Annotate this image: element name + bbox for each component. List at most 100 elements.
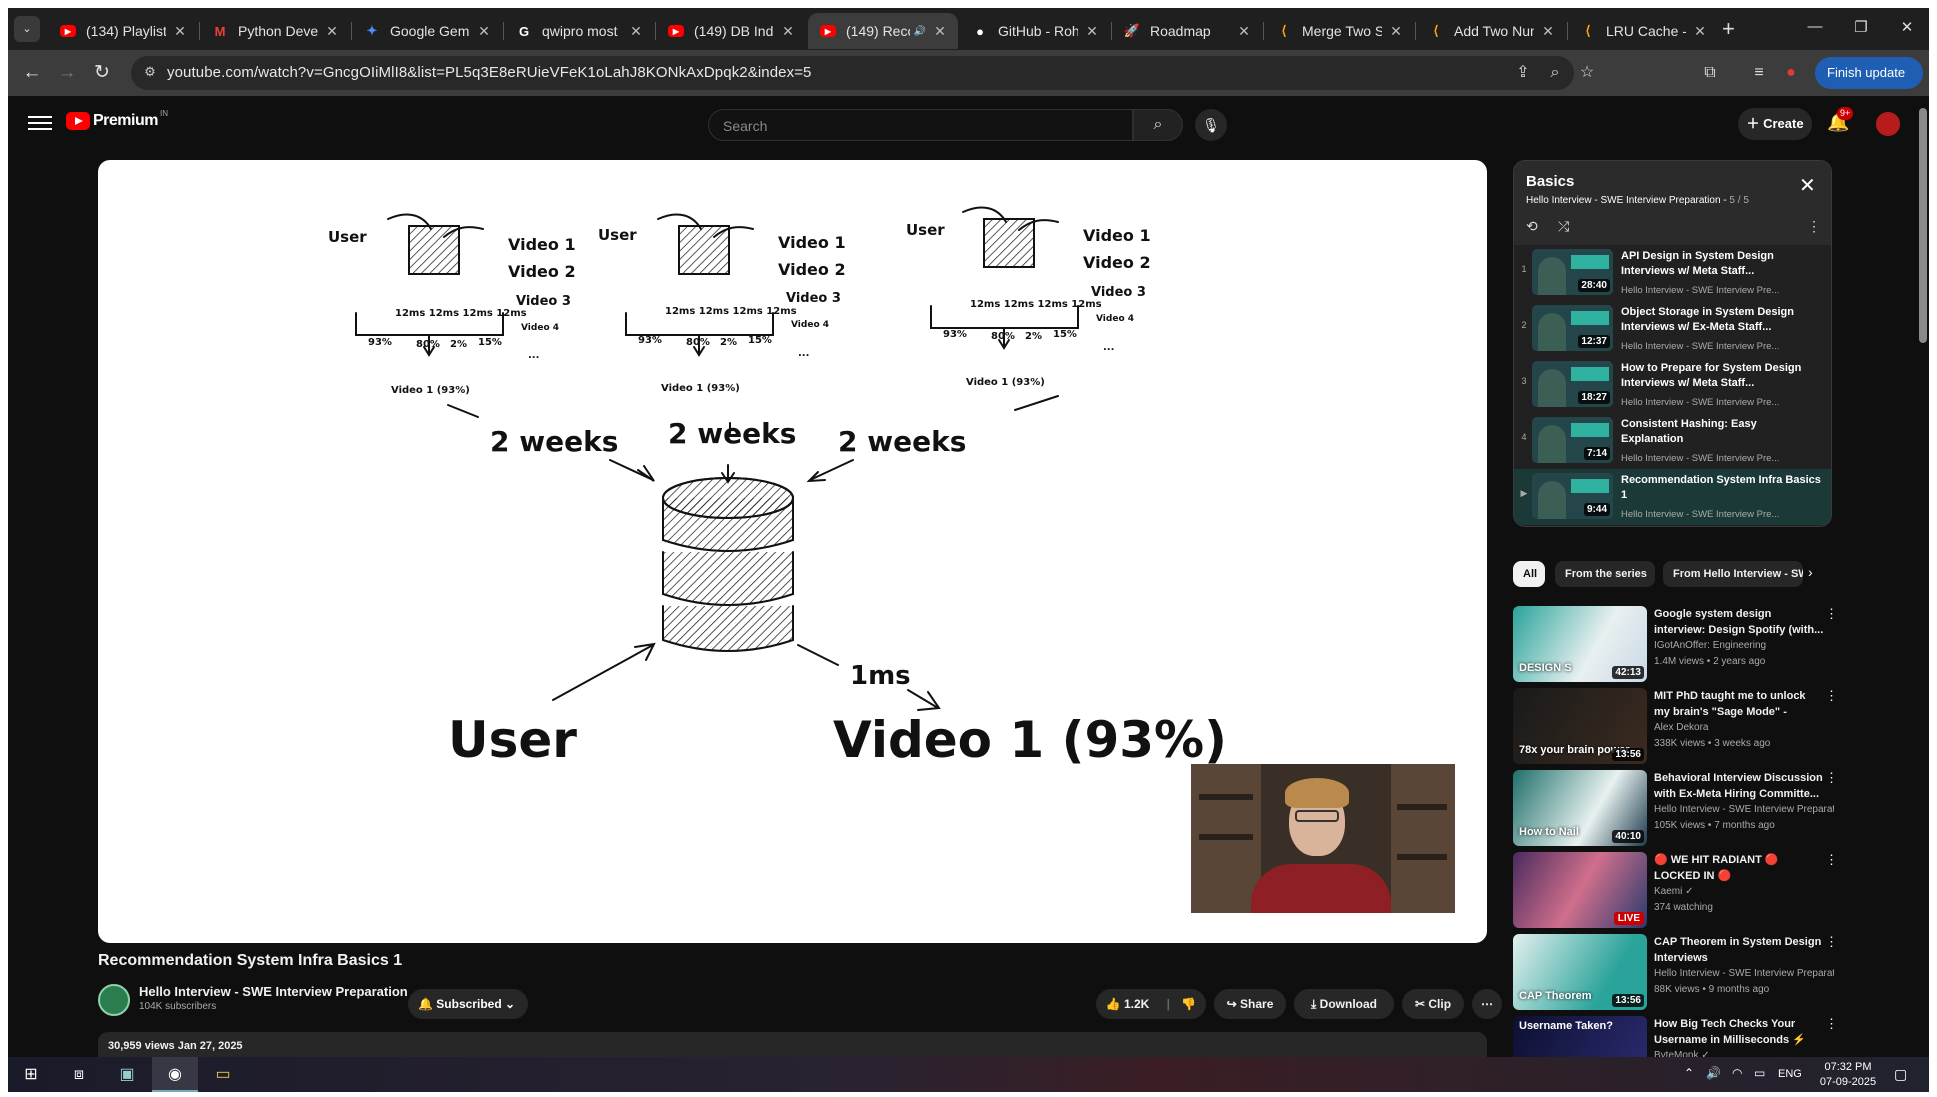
close-tab-icon[interactable]: ✕ (1084, 23, 1100, 40)
playlist-item[interactable]: 1 28:40 API Design in System Design Interv… (1514, 245, 1831, 301)
close-tab-icon[interactable]: ✕ (1692, 23, 1708, 40)
more-options-icon[interactable]: ⋮ (1825, 606, 1838, 622)
url-text[interactable]: youtube.com/watch?v=GncgOIiMlI8&list=PL5… (167, 64, 812, 81)
battery-icon[interactable]: ▭ (1754, 1066, 1765, 1080)
tab-2[interactable]: M Python Develo ✕ (200, 13, 350, 49)
clock[interactable]: 07:32 PM 07-09-2025 (1814, 1060, 1882, 1090)
tab-6[interactable]: ▶ (149) Recor 🔊 ✕ (808, 13, 958, 49)
playlist-item-title[interactable]: Recommendation System Infra Basics 1 (1621, 473, 1821, 503)
app-icon[interactable]: ▣ (104, 1057, 150, 1092)
close-tab-icon[interactable]: ✕ (1540, 23, 1556, 40)
recommendation-title[interactable]: How Big Tech Checks Your Username in Mil… (1654, 1016, 1824, 1048)
channel-avatar[interactable] (98, 984, 130, 1016)
tab-5[interactable]: ▶ (149) DB Index ✕ (656, 13, 806, 49)
close-window-button[interactable]: ✕ (1892, 18, 1922, 36)
recommendation-title[interactable]: Google system design interview: Design S… (1654, 606, 1824, 638)
recommendation-thumbnail[interactable]: 78x your brain power 13:56 (1513, 688, 1647, 764)
reload-button[interactable]: ↻ (90, 61, 114, 85)
close-tab-icon[interactable]: ✕ (476, 23, 492, 40)
playlist-item-channel[interactable]: Hello Interview - SWE Interview Pre... (1621, 285, 1821, 296)
tab-7[interactable]: ● GitHub - Rohan ✕ (960, 13, 1110, 49)
extensions-icon[interactable]: ⧉ (1698, 61, 1722, 85)
playlist-item-channel[interactable]: Hello Interview - SWE Interview Pre... (1621, 397, 1821, 408)
description-box[interactable]: 30,959 views Jan 27, 2025 (98, 1032, 1487, 1060)
playlist-item[interactable]: ▶ 9:44 Recommendation System Infra Basics … (1514, 469, 1831, 525)
file-explorer-icon[interactable]: ▭ (200, 1057, 246, 1092)
task-view-icon[interactable]: ⧈ (56, 1057, 102, 1092)
recommendation-title[interactable]: Behavioral Interview Discussion with Ex-… (1654, 770, 1824, 802)
close-icon[interactable]: ✕ (1799, 173, 1816, 198)
playlist-item-title[interactable]: How to Prepare for System Design Intervi… (1621, 361, 1821, 391)
recommendation-channel[interactable]: Alex Dekora (1654, 722, 1834, 733)
playlist-item[interactable]: 3 18:27 How to Prepare for System Design I… (1514, 357, 1831, 413)
recommendation-title[interactable]: 🔴 WE HIT RADIANT 🔴 LOCKED IN 🔴 (1654, 852, 1824, 884)
dislike-button[interactable]: 👎 (1181, 997, 1196, 1011)
notifications-icon[interactable]: ▢ (1894, 1066, 1907, 1083)
profile-icon[interactable]: ● (1779, 61, 1803, 85)
close-tab-icon[interactable]: ✕ (172, 23, 188, 40)
back-button[interactable]: ← (20, 61, 44, 85)
speaker-icon[interactable]: 🔊 (1706, 1066, 1721, 1080)
more-options-icon[interactable]: ⋮ (1825, 934, 1838, 950)
close-tab-icon[interactable]: ✕ (932, 23, 948, 40)
playlist-item[interactable]: 4 7:14 Consistent Hashing: Easy Explanatio… (1514, 413, 1831, 469)
playlist-item-title[interactable]: Object Storage in System Design Intervie… (1621, 305, 1821, 335)
chevron-right-icon[interactable]: › (1808, 564, 1813, 580)
more-actions-button[interactable]: ⋯ (1472, 989, 1502, 1019)
chrome-taskbar-icon[interactable]: ◉ (152, 1057, 198, 1092)
tab-8[interactable]: 🚀 Roadmap ✕ (1112, 13, 1262, 49)
clip-button[interactable]: ✂ Clip (1402, 989, 1464, 1019)
chip-2[interactable]: From Hello Interview - SW (1663, 561, 1803, 587)
address-bar[interactable]: ⚙ youtube.com/watch?v=GncgOIiMlI8&list=P… (131, 56, 1594, 90)
more-options-icon[interactable]: ⋮ (1825, 852, 1838, 868)
more-options-icon[interactable]: ⋮ (1825, 1016, 1838, 1032)
site-info-icon[interactable]: ⚙ (141, 64, 159, 82)
loop-icon[interactable]: ⟲ (1526, 218, 1538, 235)
more-options-icon[interactable]: ⋮ (1825, 770, 1838, 786)
shuffle-icon[interactable]: ⤮ (1558, 218, 1569, 235)
recommendation-channel[interactable]: Kaemi ✓ (1654, 886, 1834, 897)
minimize-button[interactable]: — (1800, 18, 1830, 35)
download-button[interactable]: ⤓ Download (1294, 989, 1394, 1019)
close-tab-icon[interactable]: ✕ (1388, 23, 1404, 40)
recommendation-channel[interactable]: Hello Interview - SWE Interview Preparat… (1654, 804, 1834, 815)
search-button[interactable]: ⌕ (1133, 109, 1183, 141)
tab-search-button[interactable]: ⌄ (14, 16, 40, 42)
tab-4[interactable]: Gqwipro most a ✕ (504, 13, 654, 49)
share-button[interactable]: ↪ Share (1214, 989, 1286, 1019)
audio-playing-icon[interactable]: 🔊 (914, 26, 926, 37)
youtube-logo[interactable]: Premium IN (66, 109, 168, 130)
subscribed-button[interactable]: 🔔 Subscribed ⌄ (408, 989, 528, 1019)
playlist-item-title[interactable]: Consistent Hashing: Easy Explanation (1621, 417, 1821, 447)
playlist-thumbnail[interactable]: 7:14 (1532, 417, 1613, 463)
bookmark-star-icon[interactable]: ☆ (1575, 61, 1599, 85)
finish-update-button[interactable]: Finish update ⋮ (1815, 57, 1923, 112)
recommendation-thumbnail[interactable]: How to Nail 40:10 (1513, 770, 1647, 846)
zoom-icon[interactable]: ⌕ (1543, 61, 1567, 85)
playlist-thumbnail[interactable]: 12:37 (1532, 305, 1613, 351)
playlist-item-channel[interactable]: Hello Interview - SWE Interview Pre... (1621, 453, 1821, 464)
close-tab-icon[interactable]: ✕ (1236, 23, 1252, 40)
create-button[interactable]: ＋ Create (1738, 108, 1812, 140)
playlist-thumbnail[interactable]: 18:27 (1532, 361, 1613, 407)
playlist-item-title[interactable]: API Design in System Design Interviews w… (1621, 249, 1821, 279)
recommendation-item[interactable]: 78x your brain power 13:56 MIT PhD taught … (1513, 688, 1843, 766)
tab-1[interactable]: ▶ (134) Playlists - ✕ (48, 13, 198, 49)
page-scrollbar[interactable] (1919, 108, 1927, 343)
playlist-more-icon[interactable]: ⋮ (1807, 218, 1821, 235)
voice-search-button[interactable]: 🎙 (1195, 109, 1227, 141)
tab-3[interactable]: ✦ Google Gemini ✕ (352, 13, 502, 49)
playlist-item-channel[interactable]: Hello Interview - SWE Interview Pre... (1621, 341, 1821, 352)
recommendation-thumbnail[interactable]: LIVE (1513, 852, 1647, 928)
new-tab-button[interactable]: + (1722, 17, 1735, 41)
recommendation-thumbnail[interactable]: DESIGN S 42:13 (1513, 606, 1647, 682)
recommendation-item[interactable]: DESIGN S 42:13 Google system design interv… (1513, 606, 1843, 684)
recommendation-title[interactable]: MIT PhD taught me to unlock my brain's "… (1654, 688, 1824, 720)
tab-9[interactable]: ⟨ Merge Two Sor ✕ (1264, 13, 1414, 49)
channel-name[interactable]: Hello Interview - SWE Interview Preparat… (139, 984, 408, 999)
windows-start-icon[interactable]: ⊞ (8, 1057, 54, 1092)
wifi-icon[interactable]: ◠ (1732, 1066, 1742, 1080)
recommendation-thumbnail[interactable]: CAP Theorem 13:56 (1513, 934, 1647, 1010)
recommendation-channel[interactable]: IGotAnOffer: Engineering (1654, 640, 1834, 651)
media-controls-icon[interactable]: ≡ (1747, 61, 1771, 85)
